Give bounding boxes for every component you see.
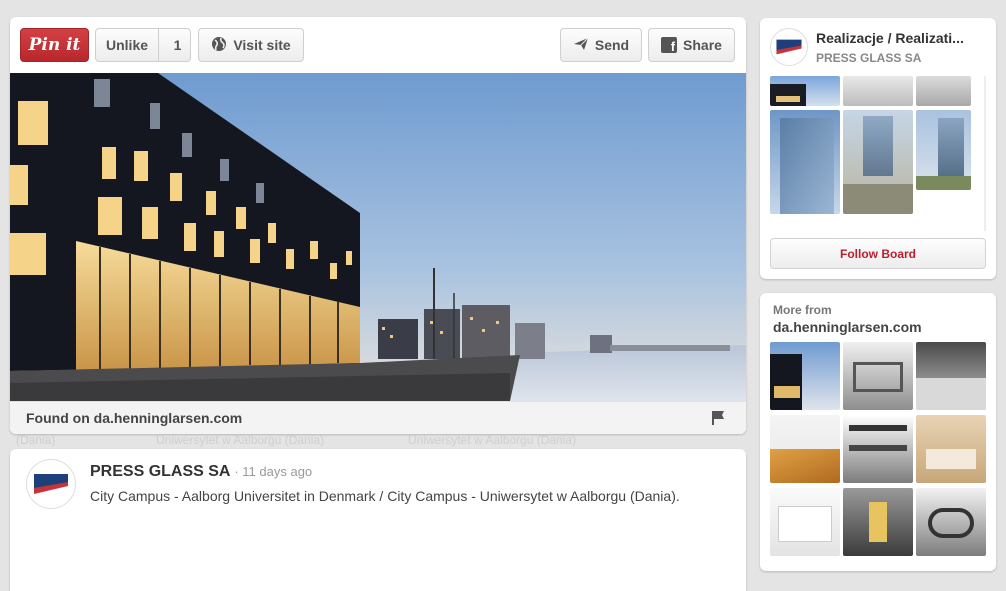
pin-description: City Campus - Aalborg Universitet in Den… — [90, 488, 680, 504]
board-title[interactable]: Realizacje / Realizati... — [816, 30, 982, 46]
found-on-link[interactable]: Found on da.henninglarsen.com — [10, 401, 746, 434]
paper-plane-icon — [573, 37, 589, 54]
share-button[interactable]: f Share — [648, 28, 735, 62]
more-thumbnail[interactable] — [770, 342, 840, 410]
visit-site-label: Visit site — [233, 37, 291, 53]
board-thumbnail[interactable] — [843, 110, 913, 214]
flag-icon[interactable] — [712, 411, 724, 428]
more-from-domain[interactable]: da.henninglarsen.com — [773, 319, 922, 335]
unlike-button[interactable]: Unlike 1 — [95, 28, 191, 62]
globe-icon — [211, 36, 227, 55]
send-label: Send — [594, 37, 630, 53]
pin-it-label: Pin it — [28, 35, 81, 55]
more-thumbnail[interactable] — [916, 488, 986, 556]
pin-author-line: PRESS GLASS SA · 11 days ago — [90, 463, 312, 481]
follow-board-label: Follow Board — [840, 246, 916, 261]
board-thumbnail[interactable] — [916, 110, 971, 190]
more-thumbnail[interactable] — [916, 415, 986, 483]
found-on-text: Found on da.henninglarsen.com — [26, 410, 243, 426]
board-owner[interactable]: PRESS GLASS SA — [816, 51, 921, 65]
board-thumbnail[interactable] — [916, 76, 971, 106]
more-from-card: More from da.henninglarsen.com — [760, 293, 996, 571]
board-card: Realizacje / Realizati... PRESS GLASS SA… — [760, 18, 996, 279]
follow-board-button[interactable]: Follow Board — [770, 238, 986, 269]
pressglass-avatar[interactable] — [26, 459, 76, 509]
board-avatar[interactable] — [770, 28, 808, 66]
more-thumbnail[interactable] — [770, 415, 840, 483]
more-thumbnail[interactable] — [843, 415, 913, 483]
board-thumbnail[interactable] — [843, 76, 913, 106]
more-thumbnail[interactable] — [770, 488, 840, 556]
facebook-icon: f — [661, 37, 678, 53]
more-thumbnail[interactable] — [843, 488, 913, 556]
pin-image[interactable] — [10, 73, 746, 401]
board-scrollbar[interactable] — [984, 76, 986, 231]
share-label: Share — [683, 37, 722, 53]
pin-timestamp: · 11 days ago — [234, 464, 313, 479]
visit-site-button[interactable]: Visit site — [198, 28, 304, 62]
pin-toolbar: Pin it Unlike 1 Visit site Send f Share — [10, 17, 746, 73]
more-thumbnail[interactable] — [916, 342, 986, 410]
board-thumbnail[interactable] — [770, 76, 840, 106]
like-count: 1 — [173, 37, 182, 53]
send-button[interactable]: Send — [560, 28, 642, 62]
ghost-text: Uniwersytet w Aalborgu (Dania) — [156, 433, 325, 447]
pin-it-button[interactable]: Pin it — [20, 28, 89, 62]
pin-card: Pin it Unlike 1 Visit site Send f Share — [10, 17, 746, 434]
pin-author[interactable]: PRESS GLASS SA — [90, 463, 230, 480]
ghost-text: (Dania) — [16, 433, 56, 447]
more-from-label: More from — [773, 303, 832, 317]
ghost-text: Uniwersytet w Aalborgu (Dania) — [408, 433, 577, 447]
more-thumbnail[interactable] — [843, 342, 913, 410]
board-thumbnail[interactable] — [770, 110, 840, 214]
pin-description-card: PRESS GLASS SA · 11 days ago City Campus… — [10, 449, 746, 591]
unlike-label: Unlike — [96, 29, 160, 61]
